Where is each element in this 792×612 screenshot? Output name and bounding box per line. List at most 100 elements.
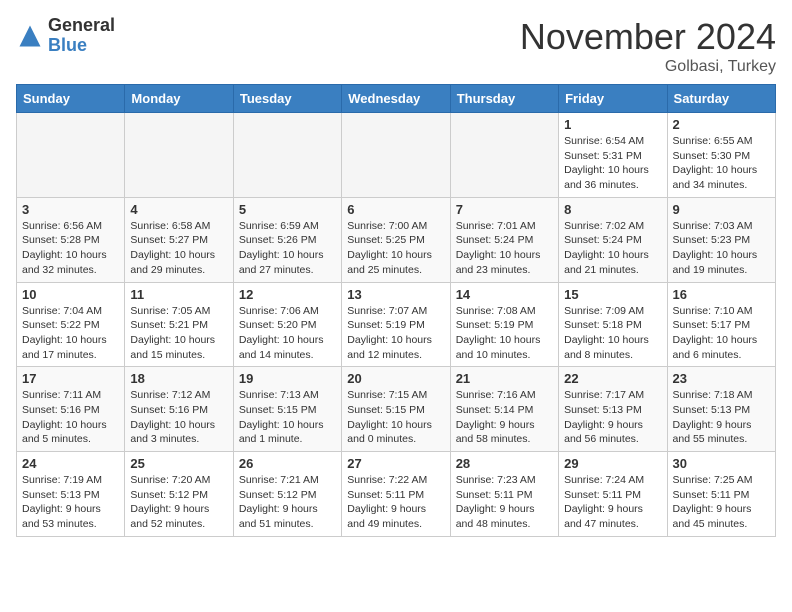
day-number: 28 xyxy=(456,456,553,471)
day-number: 8 xyxy=(564,202,661,217)
calendar-week-1: 1 Sunrise: 6:54 AM Sunset: 5:31 PM Daylig… xyxy=(17,113,776,198)
day-number: 29 xyxy=(564,456,661,471)
day-info: Sunrise: 7:09 AM Sunset: 5:18 PM Dayligh… xyxy=(564,304,661,363)
calendar-cell: 15Sunrise: 7:09 AM Sunset: 5:18 PM Dayli… xyxy=(559,282,667,367)
day-number: 20 xyxy=(347,371,444,386)
day-number: 3 xyxy=(22,202,119,217)
day-number: 5 xyxy=(239,202,336,217)
day-number: 7 xyxy=(456,202,553,217)
calendar-cell xyxy=(125,113,233,198)
logo: General Blue xyxy=(16,16,115,56)
day-number: 12 xyxy=(239,287,336,302)
day-number: 1 xyxy=(564,117,661,132)
day-info: Sunrise: 6:56 AM Sunset: 5:28 PM Dayligh… xyxy=(22,219,119,278)
day-info: Sunrise: 7:06 AM Sunset: 5:20 PM Dayligh… xyxy=(239,304,336,363)
day-number: 27 xyxy=(347,456,444,471)
day-number: 17 xyxy=(22,371,119,386)
day-info: Sunrise: 7:19 AM Sunset: 5:13 PM Dayligh… xyxy=(22,473,119,532)
day-info: Sunrise: 6:58 AM Sunset: 5:27 PM Dayligh… xyxy=(130,219,227,278)
weekday-header-wednesday: Wednesday xyxy=(342,85,450,113)
calendar-cell: 28Sunrise: 7:23 AM Sunset: 5:11 PM Dayli… xyxy=(450,452,558,537)
day-info: Sunrise: 7:03 AM Sunset: 5:23 PM Dayligh… xyxy=(673,219,770,278)
weekday-header-sunday: Sunday xyxy=(17,85,125,113)
calendar-cell xyxy=(450,113,558,198)
day-number: 6 xyxy=(347,202,444,217)
day-info: Sunrise: 7:25 AM Sunset: 5:11 PM Dayligh… xyxy=(673,473,770,532)
location-text: Golbasi, Turkey xyxy=(520,58,776,76)
weekday-header-saturday: Saturday xyxy=(667,85,775,113)
calendar-cell: 25 Sunrise: 7:20 AM Sunset: 5:12 PM Dayli… xyxy=(125,452,233,537)
calendar-cell: 6 Sunrise: 7:00 AM Sunset: 5:25 PM Daylig… xyxy=(342,197,450,282)
day-number: 24 xyxy=(22,456,119,471)
day-info: Sunrise: 7:24 AM Sunset: 5:11 PM Dayligh… xyxy=(564,473,661,532)
logo-icon xyxy=(16,22,44,50)
day-number: 9 xyxy=(673,202,770,217)
day-info: Sunrise: 7:08 AM Sunset: 5:19 PM Dayligh… xyxy=(456,304,553,363)
day-number: 21 xyxy=(456,371,553,386)
day-number: 10 xyxy=(22,287,119,302)
day-number: 13 xyxy=(347,287,444,302)
calendar-cell: 1 Sunrise: 6:54 AM Sunset: 5:31 PM Daylig… xyxy=(559,113,667,198)
logo-blue-text: Blue xyxy=(48,35,87,55)
day-number: 16 xyxy=(673,287,770,302)
calendar-cell: 11Sunrise: 7:05 AM Sunset: 5:21 PM Dayli… xyxy=(125,282,233,367)
weekday-header-tuesday: Tuesday xyxy=(233,85,341,113)
calendar-cell: 23 Sunrise: 7:18 AM Sunset: 5:13 PM Dayli… xyxy=(667,367,775,452)
day-info: Sunrise: 7:21 AM Sunset: 5:12 PM Dayligh… xyxy=(239,473,336,532)
day-info: Sunrise: 7:15 AM Sunset: 5:15 PM Dayligh… xyxy=(347,388,444,447)
day-number: 26 xyxy=(239,456,336,471)
day-number: 18 xyxy=(130,371,227,386)
calendar-cell: 16 Sunrise: 7:10 AM Sunset: 5:17 PM Dayli… xyxy=(667,282,775,367)
calendar-cell: 24 Sunrise: 7:19 AM Sunset: 5:13 PM Dayli… xyxy=(17,452,125,537)
calendar-week-5: 24 Sunrise: 7:19 AM Sunset: 5:13 PM Dayli… xyxy=(17,452,776,537)
day-info: Sunrise: 7:16 AM Sunset: 5:14 PM Dayligh… xyxy=(456,388,553,447)
day-info: Sunrise: 6:55 AM Sunset: 5:30 PM Dayligh… xyxy=(673,134,770,193)
day-info: Sunrise: 7:18 AM Sunset: 5:13 PM Dayligh… xyxy=(673,388,770,447)
day-info: Sunrise: 7:07 AM Sunset: 5:19 PM Dayligh… xyxy=(347,304,444,363)
day-info: Sunrise: 7:13 AM Sunset: 5:15 PM Dayligh… xyxy=(239,388,336,447)
logo-general-text: General xyxy=(48,15,115,35)
calendar-cell: 22Sunrise: 7:17 AM Sunset: 5:13 PM Dayli… xyxy=(559,367,667,452)
calendar-cell: 4 Sunrise: 6:58 AM Sunset: 5:27 PM Daylig… xyxy=(125,197,233,282)
calendar-cell: 5 Sunrise: 6:59 AM Sunset: 5:26 PM Daylig… xyxy=(233,197,341,282)
day-number: 14 xyxy=(456,287,553,302)
calendar-cell: 20 Sunrise: 7:15 AM Sunset: 5:15 PM Dayli… xyxy=(342,367,450,452)
calendar-cell: 9 Sunrise: 7:03 AM Sunset: 5:23 PM Daylig… xyxy=(667,197,775,282)
calendar-cell: 18 Sunrise: 7:12 AM Sunset: 5:16 PM Dayli… xyxy=(125,367,233,452)
day-info: Sunrise: 7:10 AM Sunset: 5:17 PM Dayligh… xyxy=(673,304,770,363)
calendar-cell xyxy=(233,113,341,198)
calendar-cell xyxy=(342,113,450,198)
calendar-table: SundayMondayTuesdayWednesdayThursdayFrid… xyxy=(16,84,776,537)
day-info: Sunrise: 6:54 AM Sunset: 5:31 PM Dayligh… xyxy=(564,134,661,193)
weekday-header-monday: Monday xyxy=(125,85,233,113)
day-info: Sunrise: 6:59 AM Sunset: 5:26 PM Dayligh… xyxy=(239,219,336,278)
calendar-week-3: 10 Sunrise: 7:04 AM Sunset: 5:22 PM Dayli… xyxy=(17,282,776,367)
calendar-week-4: 17Sunrise: 7:11 AM Sunset: 5:16 PM Dayli… xyxy=(17,367,776,452)
day-number: 4 xyxy=(130,202,227,217)
day-info: Sunrise: 7:00 AM Sunset: 5:25 PM Dayligh… xyxy=(347,219,444,278)
calendar-week-2: 3 Sunrise: 6:56 AM Sunset: 5:28 PM Daylig… xyxy=(17,197,776,282)
calendar-cell: 30Sunrise: 7:25 AM Sunset: 5:11 PM Dayli… xyxy=(667,452,775,537)
day-info: Sunrise: 7:20 AM Sunset: 5:12 PM Dayligh… xyxy=(130,473,227,532)
day-info: Sunrise: 7:17 AM Sunset: 5:13 PM Dayligh… xyxy=(564,388,661,447)
calendar-cell xyxy=(17,113,125,198)
weekday-header-row: SundayMondayTuesdayWednesdayThursdayFrid… xyxy=(17,85,776,113)
day-info: Sunrise: 7:22 AM Sunset: 5:11 PM Dayligh… xyxy=(347,473,444,532)
day-number: 11 xyxy=(130,287,227,302)
day-number: 23 xyxy=(673,371,770,386)
calendar-cell: 13 Sunrise: 7:07 AM Sunset: 5:19 PM Dayli… xyxy=(342,282,450,367)
day-number: 2 xyxy=(673,117,770,132)
calendar-cell: 27 Sunrise: 7:22 AM Sunset: 5:11 PM Dayli… xyxy=(342,452,450,537)
day-info: Sunrise: 7:04 AM Sunset: 5:22 PM Dayligh… xyxy=(22,304,119,363)
page-header: General Blue November 2024 Golbasi, Turk… xyxy=(16,16,776,76)
calendar-cell: 10 Sunrise: 7:04 AM Sunset: 5:22 PM Dayli… xyxy=(17,282,125,367)
calendar-cell: 7Sunrise: 7:01 AM Sunset: 5:24 PM Daylig… xyxy=(450,197,558,282)
calendar-cell: 29 Sunrise: 7:24 AM Sunset: 5:11 PM Dayli… xyxy=(559,452,667,537)
day-info: Sunrise: 7:12 AM Sunset: 5:16 PM Dayligh… xyxy=(130,388,227,447)
month-title: November 2024 xyxy=(520,16,776,58)
day-info: Sunrise: 7:02 AM Sunset: 5:24 PM Dayligh… xyxy=(564,219,661,278)
calendar-cell: 12 Sunrise: 7:06 AM Sunset: 5:20 PM Dayli… xyxy=(233,282,341,367)
logo-text: General Blue xyxy=(48,16,115,56)
day-number: 25 xyxy=(130,456,227,471)
day-number: 19 xyxy=(239,371,336,386)
